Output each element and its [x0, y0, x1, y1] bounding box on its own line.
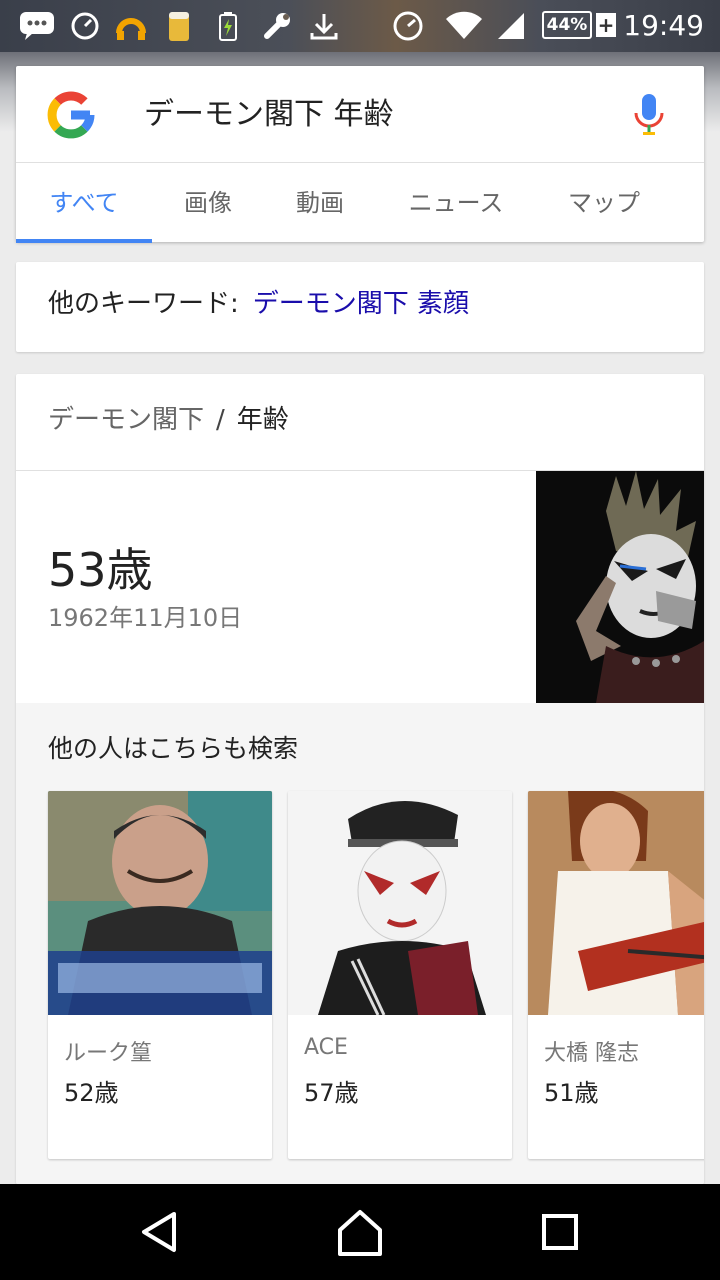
signal-icon: [494, 8, 528, 44]
answer-age: 53歳: [48, 543, 153, 597]
clock: 19:49: [623, 9, 704, 42]
people-also-search-title: 他の人はこちらも検索: [48, 734, 299, 763]
related-person-age: 52歳: [64, 1079, 119, 1107]
related-person-name: 大橋 隆志: [544, 1041, 639, 1066]
tab-maps[interactable]: マップ: [536, 163, 672, 243]
search-card: デーモン閣下 年齢 すべて 画像 動画 ニュース マップ: [16, 66, 704, 243]
tab-images[interactable]: 画像: [152, 163, 264, 243]
beer-icon: [166, 8, 192, 44]
related-person-age: 57歳: [304, 1079, 359, 1107]
wrench-icon: [260, 8, 294, 44]
related-person-card[interactable]: ルーク篁 52歳: [48, 791, 272, 1159]
people-also-search-section: 他の人はこちらも検索 ルーク篁 52歳 ACE 57歳 大橋 隆志 51歳: [16, 703, 704, 1184]
breadcrumb-attribute: 年齢: [236, 405, 289, 435]
tab-videos[interactable]: 動画: [264, 163, 376, 243]
breadcrumb: デーモン閣下 / 年齢: [48, 396, 289, 444]
breadcrumb-entity[interactable]: デーモン閣下: [48, 405, 204, 435]
battery-charging-icon: [218, 8, 238, 44]
search-tabs: すべて 画像 動画 ニュース マップ: [16, 162, 704, 243]
answer-card: デーモン閣下 / 年齢 53歳 1962年11月10日 他の人はこちらも検索 ル…: [16, 374, 704, 1184]
download-icon: [308, 8, 340, 44]
navigation-bar: [0, 1184, 720, 1280]
microphone-icon[interactable]: [632, 92, 666, 138]
related-person-image: [288, 791, 512, 1015]
related-person-card[interactable]: ACE 57歳: [288, 791, 512, 1159]
related-person-name: ACE: [304, 1035, 348, 1060]
home-icon[interactable]: [330, 1202, 390, 1262]
battery-plus-icon: +: [596, 13, 616, 37]
speedometer-icon: [392, 8, 424, 44]
wifi-icon: [444, 8, 484, 44]
search-input[interactable]: デーモン閣下 年齢: [144, 90, 394, 140]
recent-apps-icon[interactable]: [530, 1202, 590, 1262]
related-person-card[interactable]: 大橋 隆志 51歳: [528, 791, 704, 1159]
speedometer-icon: [70, 8, 100, 44]
related-keyword-link[interactable]: デーモン閣下 素顔: [253, 289, 469, 319]
answer-birthdate: 1962年11月10日: [48, 604, 243, 632]
google-logo-icon[interactable]: [46, 90, 96, 140]
chat-bubble-icon: [18, 8, 56, 44]
headset-icon: [114, 8, 148, 44]
related-person-image: [48, 791, 272, 1015]
related-person-age: 51歳: [544, 1079, 599, 1107]
battery-level: 44%: [542, 11, 592, 39]
entity-portrait-image[interactable]: [536, 471, 704, 703]
related-person-name: ルーク篁: [64, 1041, 153, 1066]
related-keywords-label: 他のキーワード:: [48, 289, 239, 319]
related-keywords-card: 他のキーワード: デーモン閣下 素顔: [16, 262, 704, 352]
related-person-image: [528, 791, 704, 1015]
breadcrumb-separator: /: [216, 405, 225, 435]
status-bar: 44% + 19:49: [0, 0, 720, 52]
tab-all[interactable]: すべて: [16, 163, 152, 243]
back-icon[interactable]: [130, 1202, 190, 1262]
tab-news[interactable]: ニュース: [376, 163, 536, 243]
